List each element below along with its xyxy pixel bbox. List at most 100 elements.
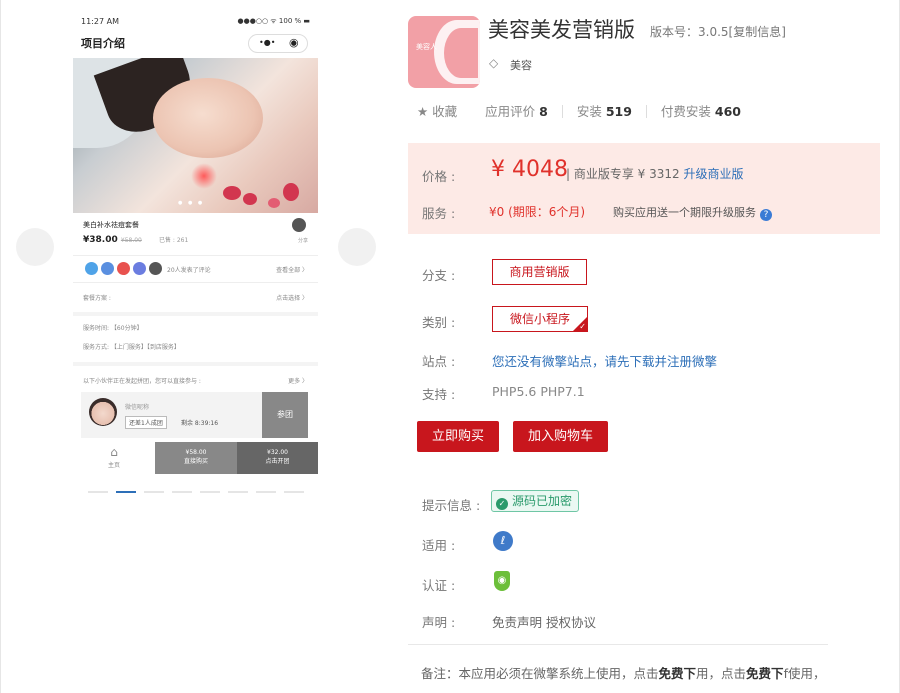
branch-label: 分支 :: [422, 268, 456, 283]
shield-icon[interactable]: ◉: [494, 571, 510, 591]
encrypted-badge: ✓ 源码已加密: [491, 490, 580, 512]
paid-value: 460: [714, 104, 741, 119]
pager-dot[interactable]: [256, 491, 276, 493]
pager-dot-active[interactable]: [116, 491, 136, 493]
phone-page-title: 项目介绍: [81, 37, 125, 50]
product-name: 美白补水祛痘套餐: [83, 221, 139, 229]
service-note: 购买应用送一个期限升级服务?: [613, 204, 772, 221]
service-mode: 服务方式: 【上门服务】【到店服务】: [83, 344, 180, 351]
product-price: ¥38.00 ¥58.00 已售 : 261: [83, 235, 188, 245]
pager-dot[interactable]: [172, 491, 192, 493]
view-all-link[interactable]: 查看全部 〉: [276, 265, 308, 274]
buy-direct-button[interactable]: ¥58.00 直接购买: [155, 442, 237, 474]
favorite-button[interactable]: ★ 收藏: [417, 104, 457, 119]
group-start-label: 点击开团: [265, 458, 290, 465]
category-option[interactable]: 微信小程序 ✓: [492, 306, 588, 332]
avatar: [149, 262, 162, 275]
branch-option[interactable]: 商用营销版: [492, 259, 587, 285]
miniapp-capsule: •●• ◉: [248, 34, 308, 53]
phone-preview: 11:27 AM ●●●○○ ᯤ 100 % ▬ 项目介绍 •●• ◉ ● ● …: [73, 10, 318, 498]
buy-direct-label: 直接购买: [183, 458, 208, 465]
app-stats: ★ 收藏 应用评价 8 安装 519 付费安装 460: [417, 101, 741, 120]
note-part: f使用，: [783, 666, 826, 681]
support-label: 支持 :: [422, 387, 456, 402]
note-text: 备注：本应用必须在微擎系统上使用，点击免费下用，点击免费下f使用，: [421, 663, 825, 682]
commercial-price-text: | 商业版专享 ¥ 3312: [566, 167, 680, 181]
pager-dot[interactable]: [228, 491, 248, 493]
carousel-prev-button[interactable]: [16, 228, 54, 266]
avatar: [133, 262, 146, 275]
site-link[interactable]: 您还没有微擎站点，请先下载并注册微擎: [492, 351, 717, 370]
apply-label: 适用 :: [422, 538, 456, 553]
tip-label: 提示信息 :: [422, 498, 481, 513]
buy-now-button[interactable]: 立即购买: [417, 421, 499, 452]
divider: [645, 105, 647, 118]
group-tip: 以下小伙伴正在发起拼团，您可以直接参与 :: [83, 378, 201, 385]
price-label: 价格 :: [422, 169, 456, 184]
pager-dot[interactable]: [284, 491, 304, 493]
sold-count: 已售 : 261: [159, 237, 189, 244]
tip-value: 源码已加密: [512, 494, 573, 508]
add-to-cart-button[interactable]: 加入购物车: [513, 421, 608, 452]
group-member-card: 微信昵称 还差1人成团 剩余 8:39:16 参团: [81, 392, 308, 438]
divider: [73, 312, 318, 316]
petal-shape: [268, 198, 280, 208]
banner-image: ● ● ●: [73, 58, 318, 213]
app-tag[interactable]: 美容: [510, 57, 532, 73]
service-value: ¥0 (期限：6个月): [489, 205, 586, 219]
note-part: 备注：本应用必须在微擎系统上使用，点击: [421, 666, 659, 681]
divider: [73, 255, 318, 256]
avatar: [85, 262, 98, 275]
share-label: 分享: [297, 238, 308, 244]
divider: [408, 644, 828, 645]
app-version[interactable]: 版本号：3.0.5[复制信息]: [650, 23, 786, 40]
join-group-button[interactable]: 参团: [262, 392, 308, 438]
avatar: [89, 398, 117, 426]
category-label: 类别 :: [422, 315, 456, 330]
service-note-text: 购买应用送一个期限升级服务: [613, 206, 756, 219]
divider: [561, 105, 563, 118]
app-title: 美容美发营销版: [488, 18, 635, 42]
petal-shape: [243, 193, 257, 205]
site-label: 站点 :: [422, 354, 456, 369]
original-price: ¥58.00: [120, 237, 142, 244]
help-icon[interactable]: ?: [760, 209, 772, 221]
free-download-link[interactable]: 免费下: [746, 666, 784, 681]
pager-dot[interactable]: [144, 491, 164, 493]
app-logo: 美容人: [408, 16, 480, 88]
home-tab[interactable]: ⌂ 主页: [73, 442, 155, 474]
more-link[interactable]: 更多 〉: [288, 376, 308, 385]
start-group-button[interactable]: ¥32.00 点击开团: [237, 442, 318, 474]
divider: [73, 282, 318, 283]
free-download-link[interactable]: 免费下: [659, 666, 697, 681]
petal-shape: [223, 186, 241, 200]
pager-dot[interactable]: [200, 491, 220, 493]
member-name: 微信昵称: [125, 404, 150, 411]
banner-dots: ● ● ●: [178, 200, 205, 206]
price-amount: ¥ 4048: [491, 157, 568, 182]
carousel-next-button[interactable]: [338, 228, 376, 266]
price-value: ¥38.00: [83, 235, 118, 245]
install-label: 安装: [576, 104, 602, 119]
note-part: 用，点击: [696, 666, 747, 681]
member-need: 还差1人成团: [125, 416, 167, 429]
petal-shape: [283, 183, 299, 201]
upgrade-link[interactable]: 升级商业版: [684, 167, 744, 181]
choose-plan-link[interactable]: 点击选择 〉: [276, 293, 308, 302]
member-countdown: 剩余 8:39:16: [181, 420, 219, 427]
glow-shape: [191, 163, 217, 189]
share-icon[interactable]: [292, 218, 306, 232]
pager-dot[interactable]: [88, 491, 108, 493]
more-icon: •●•: [259, 38, 276, 47]
face-shape: [153, 78, 263, 158]
home-icon: ⌂: [110, 445, 118, 459]
review-count: 20人发表了评论: [167, 267, 211, 274]
bottom-bar: ⌂ 主页 ¥58.00 直接购买 ¥32.00 点击开团: [73, 442, 318, 474]
group-price: ¥32.00: [267, 449, 288, 456]
check-icon: ✓: [496, 498, 508, 510]
miniprogram-icon[interactable]: ℓ: [493, 531, 513, 551]
cert-label: 认证 :: [422, 578, 456, 593]
statement-links[interactable]: 免责声明 授权协议: [492, 612, 596, 631]
tag-icon: ◇: [489, 56, 499, 70]
service-label: 服务 :: [422, 206, 456, 221]
